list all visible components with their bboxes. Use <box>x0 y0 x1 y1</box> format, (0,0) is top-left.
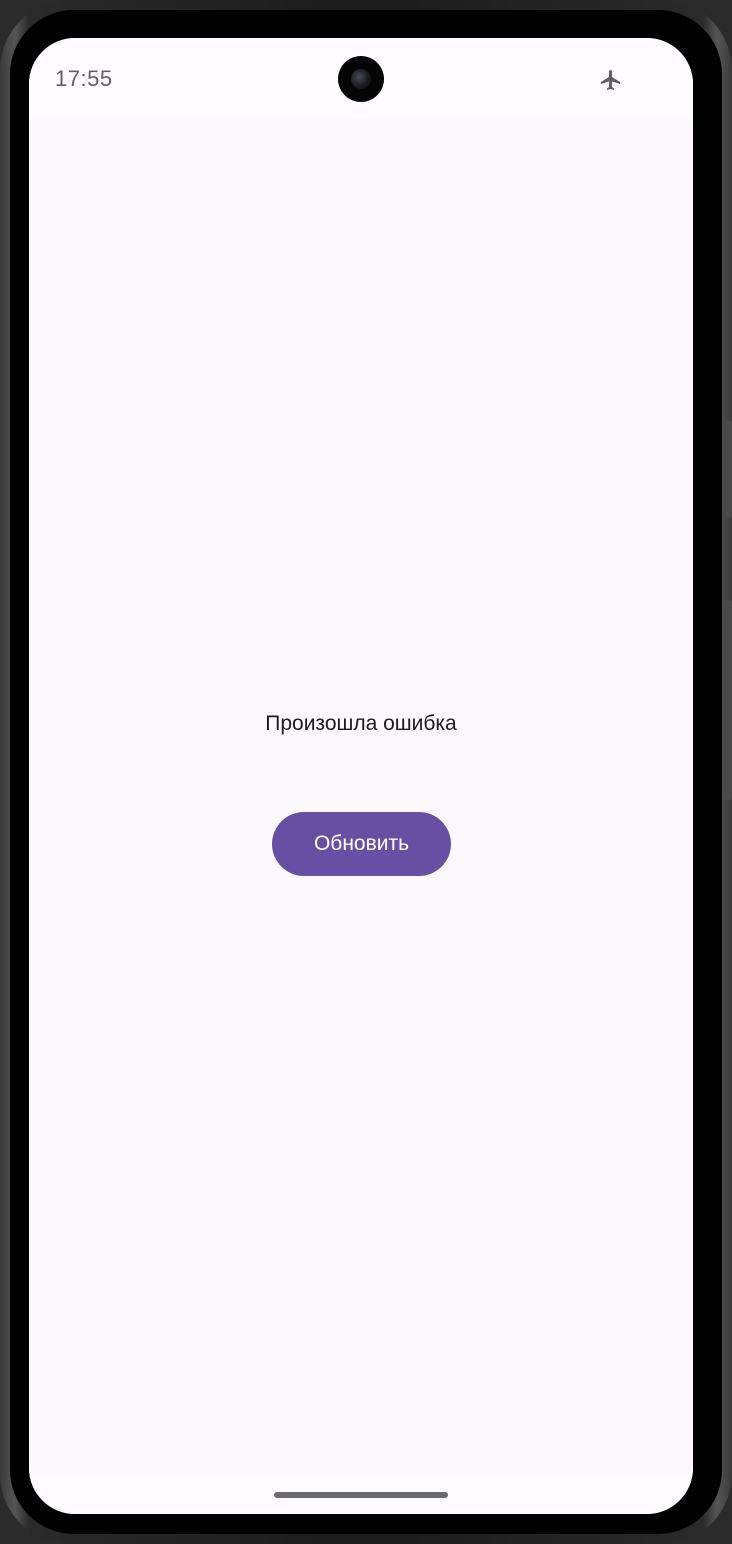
power-button <box>726 600 732 800</box>
home-gesture-handle[interactable] <box>274 1492 448 1498</box>
status-bar: 17:55 <box>29 38 693 118</box>
status-time: 17:55 <box>55 66 113 91</box>
airplane-mode-icon <box>601 70 620 90</box>
front-camera <box>338 56 384 102</box>
phone-frame: 17:55 Произошла ошибка Обновить <box>0 0 732 1544</box>
refresh-button[interactable]: Обновить <box>272 812 451 876</box>
error-screen: Произошла ошибка Обновить <box>29 118 693 1474</box>
navigation-bar <box>29 1474 693 1514</box>
screen: 17:55 Произошла ошибка Обновить <box>29 38 693 1514</box>
error-message: Произошла ошибка <box>265 712 457 735</box>
volume-button <box>726 420 732 518</box>
